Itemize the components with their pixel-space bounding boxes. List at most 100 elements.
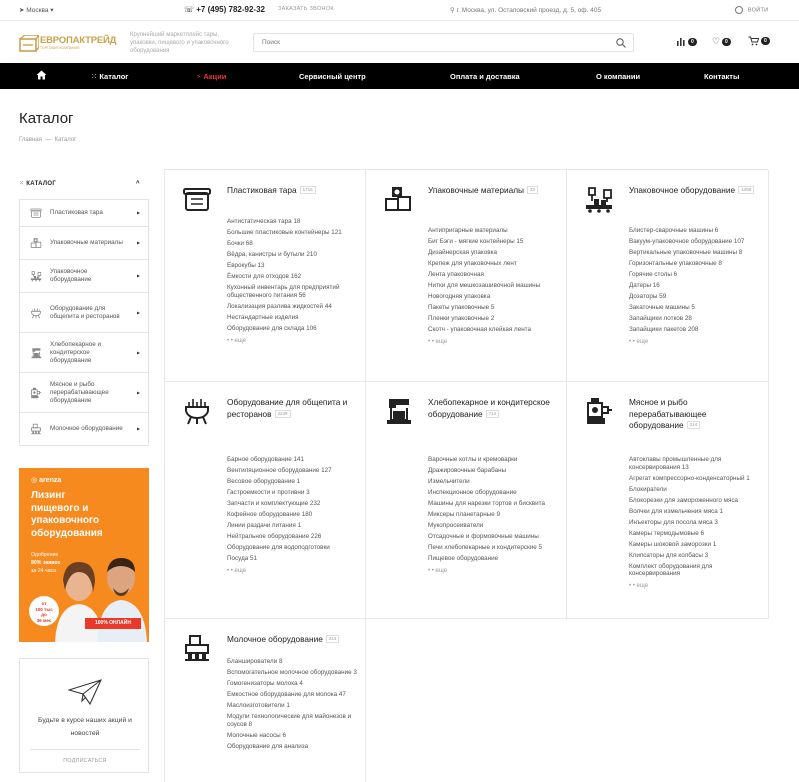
subcategory-link[interactable]: Гастроемкости и противни 3 <box>227 489 359 497</box>
category-title[interactable]: Упаковочное оборудование 1458 <box>629 185 761 197</box>
subcategory-link[interactable]: Ёмкости для отходов 162 <box>227 273 359 281</box>
subcategory-link[interactable]: Отсадочные и формовочные машины <box>428 533 560 541</box>
subcategory-link[interactable]: Мукопросеиватели <box>428 522 560 530</box>
show-more-link[interactable]: • • еще <box>428 568 447 574</box>
subcategory-link[interactable]: Комплект оборудования для консервировани… <box>629 563 761 579</box>
callback-link[interactable]: ЗАКАЗАТЬ ЗВОНОК <box>278 6 334 12</box>
subcategory-link[interactable]: Блокорезки для замороженного мяса <box>629 497 761 505</box>
cart-button[interactable]: 0 <box>748 36 770 46</box>
subcategory-link[interactable]: Камеры шоковой заморозки 1 <box>629 541 761 549</box>
subcategory-link[interactable]: Еврокубы 13 <box>227 262 359 270</box>
category-title[interactable]: Оборудование для общепита и ресторанов 22… <box>227 397 359 420</box>
subcategory-link[interactable]: Оборудование для анализа <box>227 743 359 751</box>
show-more-link[interactable]: • • еще <box>629 583 648 589</box>
sidebar-item[interactable]: Оборудование для общепита и ресторанов ▸ <box>20 293 148 333</box>
category-title[interactable]: Пластиковая тара 1715 <box>227 185 359 197</box>
subcategory-link[interactable]: Горячие столы 6 <box>629 271 761 279</box>
subscribe-button[interactable]: ПОДПИСАТЬСЯ <box>28 758 142 764</box>
subcategory-link[interactable]: Вертикальные упаковочные машины 8 <box>629 249 761 257</box>
sidebar-item[interactable]: Хлебопекарное и кондитерское оборудовани… <box>20 333 148 373</box>
subcategory-link[interactable]: Миксеры планетарные 9 <box>428 511 560 519</box>
subcategory-link[interactable]: Скотч - упаковочная клейкая лента <box>428 326 560 334</box>
category-title[interactable]: Молочное оборудование 213 <box>227 634 359 646</box>
subcategory-link[interactable]: Бочки 68 <box>227 240 359 248</box>
sidebar-item[interactable]: Упаковочное оборудование ▸ <box>20 260 148 293</box>
subcategory-link[interactable]: Барное оборудование 141 <box>227 456 359 464</box>
show-more-link[interactable]: • • еще <box>227 338 246 344</box>
nav-contacts[interactable]: Контакты <box>704 72 739 81</box>
nav-service[interactable]: Сервисный центр <box>299 72 366 81</box>
subcategory-link[interactable]: Новогодняя упаковка <box>428 293 560 301</box>
subcategory-link[interactable]: Инспекционное оборудование <box>428 489 560 497</box>
sidebar-item[interactable]: Мясное и рыбо перерабатывающее оборудова… <box>20 373 148 413</box>
subcategory-link[interactable]: Большие пластиковые контейнеры 121 <box>227 229 359 237</box>
subcategory-link[interactable]: Датеры 16 <box>629 282 761 290</box>
subcategory-link[interactable]: Дражировочные барабаны <box>428 467 560 475</box>
category-title[interactable]: Упаковочные материалы 22 <box>428 185 560 197</box>
subcategory-link[interactable]: Вакуум-упаковочное оборудование 107 <box>629 238 761 246</box>
subcategory-link[interactable]: Пленки упаковочные 2 <box>428 315 560 323</box>
search-input[interactable] <box>262 34 602 51</box>
subcategory-link[interactable]: Волчки для измельчения мяса 1 <box>629 508 761 516</box>
subcategory-link[interactable]: Вентиляционное оборудование 127 <box>227 467 359 475</box>
subcategory-link[interactable]: Емкостное оборудование для молока 47 <box>227 691 359 699</box>
subcategory-link[interactable]: Агрегат компрессорно-конденсаторный 1 <box>629 475 761 483</box>
subcategory-link[interactable]: Дизайнерская упаковка <box>428 249 560 257</box>
subcategory-link[interactable]: Печи хлебопекарные и кондитерские 5 <box>428 544 560 552</box>
subcategory-link[interactable]: Варочные котлы и кремоварки <box>428 456 560 464</box>
subcategory-link[interactable]: Крепеж для упаковочных лент <box>428 260 560 268</box>
phone-number[interactable]: ☏ +7 (495) 782-92-32 <box>184 5 265 14</box>
subcategory-link[interactable]: Биг Бэги - мягкие контейнеры 15 <box>428 238 560 246</box>
subcategory-link[interactable]: Оборудование для водоподготовки <box>227 544 359 552</box>
subcategory-link[interactable]: Кухонный инвентарь для предприятий общес… <box>227 284 359 300</box>
subcategory-link[interactable]: Горизонтальные упаковочные 8 <box>629 260 761 268</box>
subcategory-link[interactable]: Клипсаторы для колбасы 3 <box>629 552 761 560</box>
subcategory-link[interactable]: Кофейное оборудование 180 <box>227 511 359 519</box>
subcategory-link[interactable]: Закаточные машины 5 <box>629 304 761 312</box>
subcategory-link[interactable]: Дозаторы 59 <box>629 293 761 301</box>
nav-about[interactable]: О компании <box>596 72 640 81</box>
subcategory-link[interactable]: Запчасти и комплектующие 232 <box>227 500 359 508</box>
subcategory-link[interactable]: Антистатическая тара 18 <box>227 218 359 226</box>
subcategory-link[interactable]: Оборудование для склада 106 <box>227 325 359 333</box>
subcategory-link[interactable]: Блокиратели <box>629 486 761 494</box>
subcategory-link[interactable]: Маслоизготовители 1 <box>227 702 359 710</box>
search-icon[interactable] <box>616 38 626 48</box>
subcategory-link[interactable]: Лента упаковочная <box>428 271 560 279</box>
subcategory-link[interactable]: Посуда 51 <box>227 555 359 563</box>
subcategory-link[interactable]: Машины для нарезки тортов и бисквита <box>428 500 560 508</box>
subcategory-link[interactable]: Весовое оборудование 1 <box>227 478 359 486</box>
subcategory-link[interactable]: Антипригарные материалы <box>428 227 560 235</box>
subcategory-link[interactable]: Гомогенизаторы молока 4 <box>227 680 359 688</box>
sidebar-item[interactable]: Упаковочные материалы ▸ <box>20 227 148 260</box>
subcategory-link[interactable]: Вспомогательное молочное оборудование 3 <box>227 669 359 677</box>
subcategory-link[interactable]: Камеры термодымовые 6 <box>629 530 761 538</box>
nav-delivery[interactable]: Оплата и доставка <box>450 72 520 81</box>
subcategory-link[interactable]: Пищевое оборудование <box>428 555 560 563</box>
subcategory-link[interactable]: Локализация разлива жидкостей 44 <box>227 303 359 311</box>
subcategory-link[interactable]: Пакеты упаковочные 5 <box>428 304 560 312</box>
category-title[interactable]: Мясное и рыбо перерабатывающее оборудова… <box>629 397 761 432</box>
sidebar-item[interactable]: Пластиковая тара ▸ <box>20 200 148 227</box>
subcategory-link[interactable]: Нитки для мешкозашивочной машины <box>428 282 560 290</box>
subcategory-link[interactable]: Измельчители <box>428 478 560 486</box>
sidebar-item[interactable]: Молочное оборудование ▸ <box>20 413 148 445</box>
subcategory-link[interactable]: Запайщики лотков 28 <box>629 315 761 323</box>
subcategory-link[interactable]: Нейтральное оборудование 226 <box>227 533 359 541</box>
sidebar-heading[interactable]: ⁙ КАТАЛОГ ˄ <box>19 180 140 187</box>
subcategory-link[interactable]: Модули технологические для майонезов и с… <box>227 713 359 729</box>
subcategory-link[interactable]: Запайщики пакетов 208 <box>629 326 761 334</box>
nav-sales[interactable]: ⚡ Акции <box>196 72 226 81</box>
login-link[interactable]: ВОЙТИ <box>735 6 768 14</box>
subcategory-link[interactable]: Нестандартные изделия <box>227 314 359 322</box>
city-selector[interactable]: ➤ Москва ▾ <box>19 6 54 14</box>
favorites-button[interactable]: ♡ 0 <box>712 36 731 47</box>
leasing-banner[interactable]: ◎ arenza Лизинг пищевого и упаковочного … <box>19 468 149 642</box>
subcategory-link[interactable]: Бланширователи 8 <box>227 658 359 666</box>
subcategory-link[interactable]: Блистер-сварочные машины 6 <box>629 227 761 235</box>
show-more-link[interactable]: • • еще <box>428 339 447 345</box>
breadcrumb-home[interactable]: Главная <box>19 137 42 143</box>
nav-catalog[interactable]: ⁙ Каталог <box>91 72 128 81</box>
subcategory-link[interactable]: Молочные насосы 6 <box>227 732 359 740</box>
compare-button[interactable]: 0 <box>676 37 697 46</box>
